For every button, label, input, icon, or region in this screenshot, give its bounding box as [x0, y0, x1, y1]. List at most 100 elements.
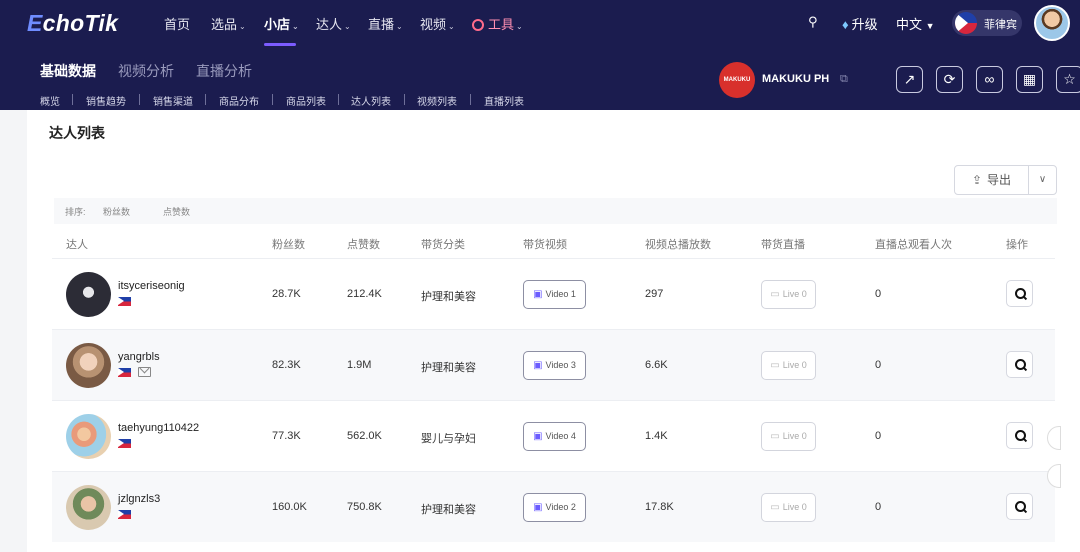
live-count-button[interactable]: ▭ Live 0	[761, 493, 816, 522]
search-detail-button[interactable]	[1006, 422, 1033, 449]
followers-value: 82.3K	[272, 359, 301, 371]
copy-icon[interactable]: ⧉	[840, 73, 848, 86]
followers-value: 28.7K	[272, 288, 301, 300]
nav-creators[interactable]: 达人 ⌄	[316, 14, 351, 33]
tab-basic-data[interactable]: 基础数据	[40, 61, 96, 81]
refresh-button[interactable]: ⟳	[936, 66, 963, 93]
video-count-label: Video 3	[545, 360, 576, 370]
video-count-label: Video 2	[545, 502, 576, 512]
user-avatar[interactable]	[1034, 5, 1070, 41]
link-live-list[interactable]: 直播列表	[484, 93, 524, 108]
chevron-down-icon: ⌄	[448, 22, 455, 31]
likes-value: 1.9M	[347, 359, 372, 371]
video-count-button[interactable]: ▣ Video 2	[523, 493, 586, 522]
creator-name[interactable]: itsyceriseonig	[118, 280, 185, 292]
link-product-distribution[interactable]: 商品分布	[219, 93, 259, 108]
column-header-videos: 带货视频	[523, 239, 567, 251]
diamond-icon: ♦	[842, 17, 849, 32]
side-float-tab[interactable]	[1047, 426, 1061, 450]
nav-home[interactable]: 首页	[164, 14, 190, 33]
chevron-down-icon: ⌄	[292, 22, 299, 31]
upgrade-button[interactable]: ♦ 升级	[842, 14, 878, 33]
side-float-tab[interactable]	[1047, 464, 1061, 488]
table-row[interactable]: jzlgnzls3 160.0K 750.8K 护理和美容 ▣ Video 2 1…	[52, 464, 1061, 542]
shop-name: MAKUKU PH	[762, 73, 830, 85]
qr-code-icon: ▦	[1022, 71, 1037, 87]
divider	[139, 94, 140, 105]
video-count-button[interactable]: ▣ Video 4	[523, 422, 586, 451]
nav-products[interactable]: 选品 ⌄	[211, 14, 246, 33]
live-count-button[interactable]: ▭ Live 0	[761, 280, 816, 309]
table-row[interactable]: yangrbls 82.3K 1.9M 护理和美容 ▣ Video 3 6.6K …	[52, 329, 1055, 400]
nav-shop-label: 小店	[264, 17, 291, 32]
column-header-video-plays[interactable]: 视频总播放数	[645, 236, 711, 252]
creator-name[interactable]: taehyung110422	[118, 422, 199, 434]
video-count-button[interactable]: ▣ Video 3	[523, 351, 586, 380]
refresh-icon: ⟳	[943, 71, 956, 87]
link-sales-channel[interactable]: 销售渠道	[153, 93, 193, 108]
nav-live[interactable]: 直播 ⌄	[368, 14, 403, 33]
creator-list-panel: 达人列表 ⇪ 导出 ∨ 排序: 粉丝数 点赞数 达人 粉丝数 点赞数 带货分类 带…	[27, 110, 1080, 552]
divider	[205, 94, 206, 105]
nav-tools[interactable]: 工具 ⌄	[472, 14, 523, 33]
philippines-flag-icon	[118, 510, 131, 519]
table-row[interactable]: itsyceriseonig 28.7K 212.4K 护理和美容 ▣ Video…	[52, 258, 1055, 329]
search-detail-button[interactable]	[1006, 280, 1033, 307]
echotik-logo[interactable]: EchoTik	[27, 10, 118, 37]
video-plays-value: 17.8K	[645, 501, 674, 513]
column-header-likes[interactable]: 点赞数	[347, 236, 380, 252]
column-header-live-viewers[interactable]: 直播总观看人次	[875, 236, 952, 252]
live-count-label: Live 0	[782, 502, 807, 512]
share-button[interactable]: ↗	[896, 66, 923, 93]
link-product-list[interactable]: 商品列表	[286, 93, 326, 108]
live-viewers-value: 0	[875, 430, 882, 442]
live-viewers-value: 0	[875, 501, 882, 513]
search-detail-button[interactable]	[1006, 351, 1033, 378]
table-row[interactable]: taehyung110422 77.3K 562.0K 婴儿与孕妇 ▣ Video…	[52, 400, 1061, 471]
philippines-flag-icon	[118, 439, 131, 448]
link-creator-list[interactable]: 达人列表	[351, 93, 391, 108]
live-count-button[interactable]: ▭ Live 0	[761, 422, 816, 451]
search-icon[interactable]: ⚲	[808, 14, 818, 30]
divider	[338, 94, 339, 105]
video-count-button[interactable]: ▣ Video 1	[523, 280, 586, 309]
caret-down-icon: ▼	[925, 21, 935, 31]
language-select[interactable]: 中文 ▼	[896, 14, 935, 33]
link-button[interactable]: ∞	[976, 66, 1003, 93]
philippines-flag-icon	[118, 297, 131, 306]
favorite-button[interactable]: ☆	[1056, 66, 1080, 93]
likes-value: 750.8K	[347, 501, 382, 513]
region-switch[interactable]: 菲律宾	[952, 10, 1022, 36]
tab-live-analysis[interactable]: 直播分析	[196, 61, 252, 81]
creator-avatar[interactable]	[66, 272, 111, 317]
search-detail-button[interactable]	[1006, 493, 1033, 520]
link-sales-trend[interactable]: 销售趋势	[86, 93, 126, 108]
category-value: 护理和美容	[421, 504, 476, 516]
column-header-followers[interactable]: 粉丝数	[272, 236, 305, 252]
qr-code-button[interactable]: ▦	[1016, 66, 1043, 93]
creator-avatar[interactable]	[66, 343, 111, 388]
live-count-button[interactable]: ▭ Live 0	[761, 351, 816, 380]
nav-video[interactable]: 视频 ⌄	[420, 14, 455, 33]
creator-avatar[interactable]	[66, 485, 111, 530]
sort-by-followers[interactable]: 粉丝数	[103, 205, 130, 218]
followers-value: 160.0K	[272, 501, 307, 513]
creator-name[interactable]: jzlgnzls3	[118, 493, 160, 505]
creator-avatar[interactable]	[66, 414, 111, 459]
sort-by-likes[interactable]: 点赞数	[163, 205, 190, 218]
divider	[72, 94, 73, 105]
creator-name[interactable]: yangrbls	[118, 351, 160, 363]
link-overview[interactable]: 概览	[40, 93, 60, 108]
export-dropdown-button[interactable]: ∨	[1028, 165, 1057, 195]
export-button[interactable]: ⇪ 导出	[954, 165, 1029, 195]
nav-shop[interactable]: 小店 ⌄	[264, 14, 299, 33]
nav-creators-label: 达人	[316, 17, 343, 32]
category-value: 护理和美容	[421, 362, 476, 374]
upload-icon: ⇪	[971, 173, 983, 187]
mail-icon[interactable]	[138, 367, 151, 377]
link-video-list[interactable]: 视频列表	[417, 93, 457, 108]
video-plays-value: 6.6K	[645, 359, 668, 371]
camera-icon: ▭	[770, 360, 780, 371]
tab-video-analysis[interactable]: 视频分析	[118, 61, 174, 81]
column-header-lives: 带货直播	[761, 239, 805, 251]
